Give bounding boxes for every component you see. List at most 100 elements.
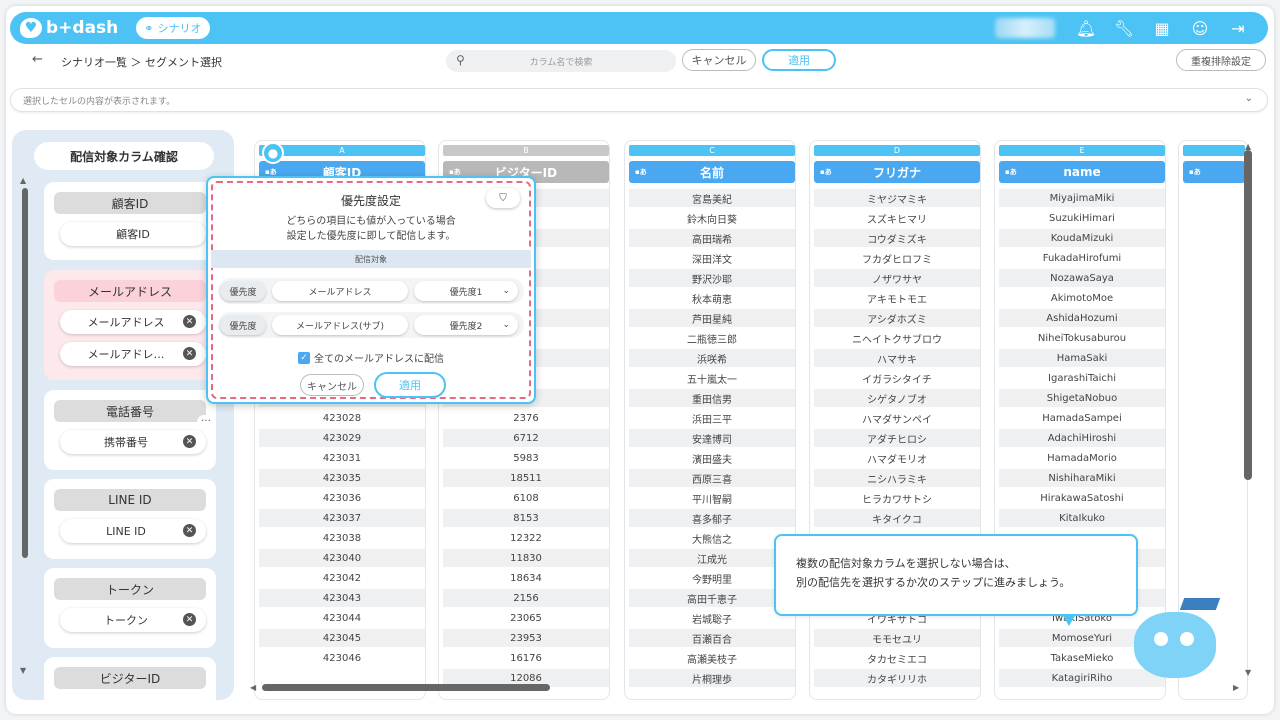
grid-cell[interactable]: 23065: [443, 609, 609, 627]
cancel-button[interactable]: キャンセル: [682, 49, 756, 71]
grid-cell[interactable]: 423035: [259, 469, 425, 487]
grid-cell[interactable]: HamadaMorio: [999, 449, 1165, 467]
grid-cell[interactable]: KoudaMizuki: [999, 229, 1165, 247]
grid-horizontal-scrollbar[interactable]: [262, 684, 550, 691]
group-item[interactable]: 携帯番号 ✕: [60, 430, 206, 454]
grid-cell[interactable]: NozawaSaya: [999, 269, 1165, 287]
grid-cell[interactable]: 岩城聡子: [629, 609, 795, 627]
grid-cell[interactable]: NiheiTokusaburou: [999, 329, 1165, 347]
scroll-up-icon[interactable]: ▲: [20, 176, 26, 185]
grid-cell[interactable]: ノザワサヤ: [814, 269, 980, 287]
group-item[interactable]: LINE ID ✕: [60, 519, 206, 543]
grid-cell[interactable]: 2376: [443, 409, 609, 427]
grid-cell[interactable]: 宮島美紀: [629, 189, 795, 207]
logo[interactable]: ♥ b+dash: [20, 18, 118, 38]
send-all-checkbox[interactable]: ✓ 全てのメールアドレスに配信: [208, 350, 534, 365]
grid-cell[interactable]: 片桐理歩: [629, 669, 795, 687]
grid-cell[interactable]: ハマダモリオ: [814, 449, 980, 467]
scroll-thumb[interactable]: [22, 188, 28, 558]
grid-cell[interactable]: 浜田三平: [629, 409, 795, 427]
grid-cell[interactable]: HamadaSampei: [999, 409, 1165, 427]
dedupe-settings-button[interactable]: 重複排除設定: [1176, 49, 1266, 71]
column-d[interactable]: D ▪あ フリガナ ミヤジマミキ スズキヒマリ コウダミズキ フカダヒロフミ ノザワサヤア…: [809, 140, 981, 700]
grid-cell[interactable]: 23953: [443, 629, 609, 647]
grid-cell[interactable]: 野沢沙耶: [629, 269, 795, 287]
grid-cell[interactable]: 16176: [443, 649, 609, 667]
wrench-icon[interactable]: 🔧︎: [1114, 18, 1134, 38]
grid-cell[interactable]: 高田瑞希: [629, 229, 795, 247]
grid-cell[interactable]: 11830: [443, 549, 609, 567]
grid-cell[interactable]: AkimotoMoe: [999, 289, 1165, 307]
scroll-down-icon[interactable]: ▼: [20, 666, 26, 675]
checkbox-checked-icon[interactable]: ✓: [298, 351, 310, 364]
grid-cell[interactable]: 二瓶徳三郎: [629, 329, 795, 347]
scroll-down-icon[interactable]: ▼: [1245, 668, 1251, 677]
grid-cell[interactable]: 423037: [259, 509, 425, 527]
remove-icon[interactable]: ✕: [183, 347, 196, 360]
column-header[interactable]: ▪あ フリガナ: [814, 161, 980, 183]
grid-cell[interactable]: 5983: [443, 449, 609, 467]
grid-cell[interactable]: 西原三喜: [629, 469, 795, 487]
grid-cell[interactable]: 大熊信之: [629, 529, 795, 547]
column-search-input[interactable]: ⚲ カラム名で検索: [446, 50, 676, 72]
grid-cell[interactable]: ヒラカワサトシ: [814, 489, 980, 507]
grid-cell[interactable]: タカセミエコ: [814, 649, 980, 667]
column-header[interactable]: ▪あ name: [999, 161, 1165, 183]
grid-cell[interactable]: アシダホズミ: [814, 309, 980, 327]
grid-cell[interactable]: 6712: [443, 429, 609, 447]
grid-cell[interactable]: 高瀬美枝子: [629, 649, 795, 667]
group-item[interactable]: メールアドレス ✕: [60, 310, 206, 334]
more-options-icon[interactable]: …: [197, 414, 215, 429]
grid-cell[interactable]: 423046: [259, 649, 425, 667]
grid-cell[interactable]: 安達博司: [629, 429, 795, 447]
grid-cell[interactable]: 8153: [443, 509, 609, 527]
grid-cell[interactable]: ニシハラミキ: [814, 469, 980, 487]
group-item[interactable]: トークン ✕: [60, 608, 206, 632]
grid-cell[interactable]: FukadaHirofumi: [999, 249, 1165, 267]
grid-cell[interactable]: 浜咲希: [629, 349, 795, 367]
grid-cell[interactable]: シゲタノブオ: [814, 389, 980, 407]
grid-cell[interactable]: イガラシタイチ: [814, 369, 980, 387]
grid-cell[interactable]: フカダヒロフミ: [814, 249, 980, 267]
grid-cell[interactable]: KitaIkuko: [999, 509, 1165, 527]
grid-cell[interactable]: HirakawaSatoshi: [999, 489, 1165, 507]
grid-cell[interactable]: HamaSaki: [999, 349, 1165, 367]
grid-cell[interactable]: MiyajimaMiki: [999, 189, 1165, 207]
grid-cell[interactable]: キタイクコ: [814, 509, 980, 527]
shield-icon[interactable]: ⛉: [486, 188, 520, 208]
apply-button[interactable]: 適用: [762, 49, 836, 71]
grid-cell[interactable]: 江成光: [629, 549, 795, 567]
back-arrow-icon[interactable]: ←: [32, 52, 43, 67]
user-avatar-icon[interactable]: ●: [262, 142, 284, 164]
grid-cell[interactable]: 12322: [443, 529, 609, 547]
column-header[interactable]: ▪あ: [1183, 161, 1245, 183]
group-item[interactable]: メールアドレ… ✕: [60, 342, 206, 366]
grid-vertical-scrollbar[interactable]: [1244, 150, 1252, 480]
grid-cell[interactable]: 423038: [259, 529, 425, 547]
grid-cell[interactable]: SuzukiHimari: [999, 209, 1165, 227]
column-header[interactable]: ▪あ 名前: [629, 161, 795, 183]
cell-content-bar[interactable]: 選択したセルの内容が表示されます。 ⌄: [10, 88, 1268, 112]
grid-cell[interactable]: 深田洋文: [629, 249, 795, 267]
remove-icon[interactable]: ✕: [183, 613, 196, 626]
user-name-blurred[interactable]: [995, 18, 1055, 38]
grid-cell[interactable]: モモセユリ: [814, 629, 980, 647]
grid-cell[interactable]: AdachiHiroshi: [999, 429, 1165, 447]
grid-cell[interactable]: 18634: [443, 569, 609, 587]
grid-cell[interactable]: 鈴木向日葵: [629, 209, 795, 227]
logout-icon[interactable]: ⇥: [1228, 18, 1248, 38]
grid-cell[interactable]: IgarashiTaichi: [999, 369, 1165, 387]
priority-select[interactable]: 優先度1 ⌄: [414, 281, 518, 301]
grid-cell[interactable]: 芦田星純: [629, 309, 795, 327]
chevron-down-icon[interactable]: ⌄: [1245, 93, 1253, 104]
grid-cell[interactable]: ShigetaNobuo: [999, 389, 1165, 407]
grid-cell[interactable]: ハマサキ: [814, 349, 980, 367]
column-c[interactable]: C ▪あ 名前 宮島美紀 鈴木向日葵 高田瑞希 深田洋文 野沢沙耶 秋本萌恵 芦田星純 二瓶徳三…: [624, 140, 796, 700]
grid-cell[interactable]: 秋本萌恵: [629, 289, 795, 307]
grid-cell[interactable]: 423042: [259, 569, 425, 587]
grid-cell[interactable]: スズキヒマリ: [814, 209, 980, 227]
remove-icon[interactable]: ✕: [183, 435, 196, 448]
modal-apply-button[interactable]: 適用: [374, 372, 446, 398]
grid-cell[interactable]: 423031: [259, 449, 425, 467]
grid-cell[interactable]: カタギリリホ: [814, 669, 980, 687]
